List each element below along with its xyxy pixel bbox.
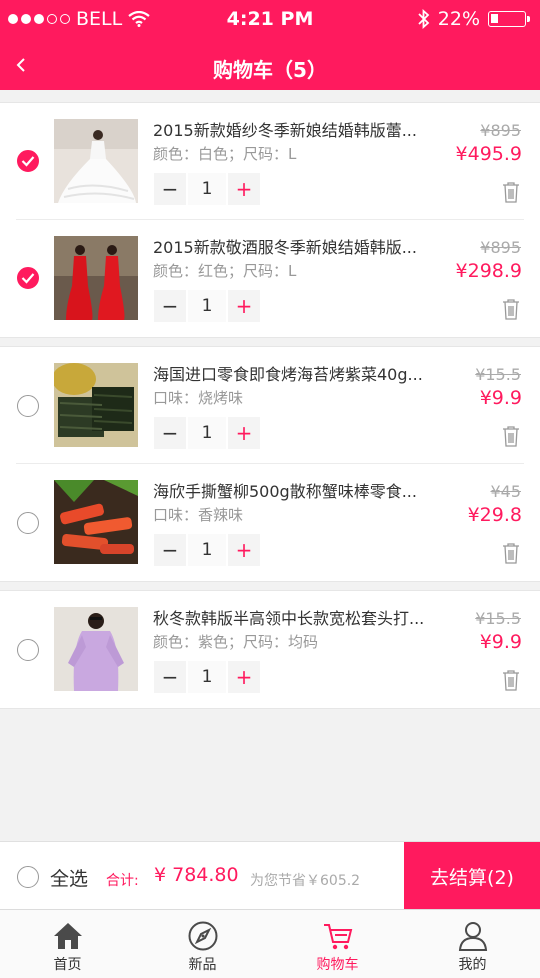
item-checkbox[interactable]: [17, 395, 39, 417]
select-all-checkbox[interactable]: [17, 866, 39, 888]
product-image-seaweed[interactable]: [54, 363, 138, 447]
tab-label: 首页: [53, 957, 82, 973]
product-name[interactable]: 2015新款敬酒服冬季新娘结婚韩版...: [153, 234, 435, 258]
checkmark-icon: [21, 156, 35, 167]
product-attributes: 口味：烧烤味: [153, 389, 244, 407]
checkout-button[interactable]: 去结算(2): [404, 842, 540, 910]
battery-percent: 22%: [437, 8, 480, 30]
product-image-crab-sticks[interactable]: [54, 480, 138, 564]
status-bar: BELL 4:21 PM 22%: [0, 0, 540, 38]
tab-new[interactable]: 新品: [135, 910, 270, 978]
checkout-bar: 全选 合计: ¥ 784.80 为您节省￥605.2 去结算(2): [0, 841, 540, 910]
trash-icon[interactable]: [501, 181, 521, 203]
decrease-button[interactable]: −: [154, 290, 186, 322]
total-label: 合计:: [106, 873, 139, 889]
trash-icon[interactable]: [501, 298, 521, 320]
tab-home[interactable]: 首页: [0, 910, 135, 978]
quantity-value[interactable]: 1: [186, 661, 228, 693]
checkmark-icon: [21, 273, 35, 284]
cart-group: 秋冬款韩版半高领中长款宽松套头打... 颜色：紫色；尺码：均码 − 1 + ¥1…: [0, 590, 540, 709]
increase-button[interactable]: +: [228, 417, 260, 449]
nav-bar: 购物车（5）: [0, 44, 540, 90]
status-right: 22%: [418, 8, 530, 30]
product-image-sweater[interactable]: [54, 607, 138, 691]
quantity-stepper: − 1 +: [154, 417, 260, 449]
trash-icon[interactable]: [501, 669, 521, 691]
item-checkbox[interactable]: [17, 639, 39, 661]
cart-icon: [323, 924, 352, 950]
user-icon: [458, 922, 487, 951]
product-attributes: 颜色：紫色；尺码：均码: [153, 633, 319, 651]
home-icon: [53, 923, 82, 949]
product-name[interactable]: 海国进口零食即食烤海苔烤紫菜40g...: [153, 361, 435, 385]
item-checkbox[interactable]: [17, 150, 39, 172]
product-image-wedding-dress[interactable]: [54, 119, 138, 203]
trash-icon[interactable]: [501, 542, 521, 564]
quantity-value[interactable]: 1: [186, 290, 228, 322]
sale-price: ¥29.8: [467, 504, 522, 526]
cart-item: 2015新款婚纱冬季新娘结婚韩版蕾... 颜色：白色；尺码：L − 1 + ¥8…: [0, 103, 540, 220]
product-image-red-dress[interactable]: [54, 236, 138, 320]
original-price: ¥15.5: [475, 365, 521, 384]
sale-price: ¥298.9: [455, 260, 522, 282]
total-amount: ¥ 784.80: [154, 864, 239, 886]
original-price: ¥15.5: [475, 609, 521, 628]
product-name[interactable]: 2015新款婚纱冬季新娘结婚韩版蕾...: [153, 117, 435, 141]
battery-icon: [488, 11, 530, 27]
page-title: 购物车（5）: [213, 58, 327, 82]
cart-group: 海国进口零食即食烤海苔烤紫菜40g... 口味：烧烤味 − 1 + ¥15.5 …: [0, 346, 540, 582]
quantity-stepper: − 1 +: [154, 290, 260, 322]
product-attributes: 颜色：红色；尺码：L: [153, 262, 297, 280]
quantity-stepper: − 1 +: [154, 173, 260, 205]
cart-item: 2015新款敬酒服冬季新娘结婚韩版... 颜色：红色；尺码：L − 1 + ¥8…: [0, 220, 540, 337]
quantity-value[interactable]: 1: [186, 173, 228, 205]
sale-price: ¥495.9: [455, 143, 522, 165]
compass-icon: [188, 921, 217, 951]
decrease-button[interactable]: −: [154, 661, 186, 693]
increase-button[interactable]: +: [228, 173, 260, 205]
sale-price: ¥9.9: [479, 631, 522, 653]
battery-level: [491, 14, 498, 23]
savings-text: 为您节省￥605.2: [250, 873, 361, 889]
header: BELL 4:21 PM 22% 购物车（5）: [0, 0, 540, 90]
bluetooth-icon: [418, 9, 430, 29]
tab-profile[interactable]: 我的: [405, 910, 540, 978]
product-name[interactable]: 秋冬款韩版半高领中长款宽松套头打...: [153, 605, 435, 629]
cart-item: 海欣手撕蟹柳500g散称蟹味棒零食... 口味：香辣味 − 1 + ¥45 ¥2…: [0, 464, 540, 581]
decrease-button[interactable]: −: [154, 173, 186, 205]
tab-label: 新品: [188, 957, 217, 973]
item-checkbox[interactable]: [17, 512, 39, 534]
product-name[interactable]: 海欣手撕蟹柳500g散称蟹味棒零食...: [153, 478, 435, 502]
tab-label: 我的: [458, 957, 487, 973]
sale-price: ¥9.9: [479, 387, 522, 409]
trash-icon[interactable]: [501, 425, 521, 447]
increase-button[interactable]: +: [228, 661, 260, 693]
increase-button[interactable]: +: [228, 534, 260, 566]
decrease-button[interactable]: −: [154, 417, 186, 449]
original-price: ¥895: [480, 238, 521, 257]
tab-label: 购物车: [316, 957, 359, 973]
quantity-stepper: − 1 +: [154, 661, 260, 693]
tab-bar: 首页 新品 购物车 我的: [0, 909, 540, 978]
original-price: ¥895: [480, 121, 521, 140]
original-price: ¥45: [490, 482, 521, 501]
cart-item: 秋冬款韩版半高领中长款宽松套头打... 颜色：紫色；尺码：均码 − 1 + ¥1…: [0, 591, 540, 708]
quantity-value[interactable]: 1: [186, 417, 228, 449]
increase-button[interactable]: +: [228, 290, 260, 322]
item-checkbox[interactable]: [17, 267, 39, 289]
select-all-label[interactable]: 全选: [50, 864, 88, 891]
decrease-button[interactable]: −: [154, 534, 186, 566]
quantity-value[interactable]: 1: [186, 534, 228, 566]
quantity-stepper: − 1 +: [154, 534, 260, 566]
product-attributes: 颜色：白色；尺码：L: [153, 145, 297, 163]
tab-cart[interactable]: 购物车: [270, 910, 405, 978]
product-attributes: 口味：香辣味: [153, 506, 244, 524]
cart-item: 海国进口零食即食烤海苔烤紫菜40g... 口味：烧烤味 − 1 + ¥15.5 …: [0, 347, 540, 464]
cart-group: 2015新款婚纱冬季新娘结婚韩版蕾... 颜色：白色；尺码：L − 1 + ¥8…: [0, 102, 540, 338]
